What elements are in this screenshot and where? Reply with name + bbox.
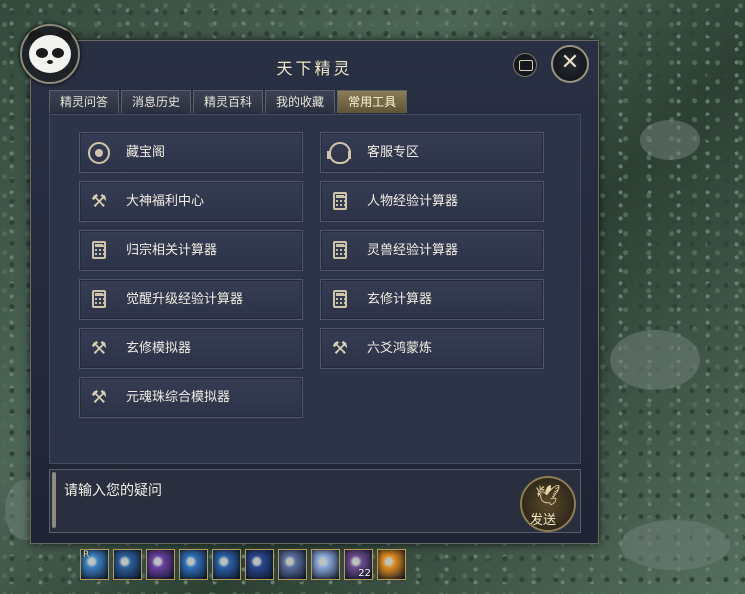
tools-icon: [329, 338, 351, 360]
skill-fire-icon[interactable]: [377, 549, 406, 580]
close-button[interactable]: ✕: [551, 45, 589, 83]
title-bar: 天下精灵 ✕: [31, 41, 598, 87]
skill-chain-icon[interactable]: [113, 549, 142, 580]
tab-my-favorites[interactable]: 我的收藏: [265, 90, 336, 113]
calculator-icon: [333, 290, 347, 308]
tool-label: 大神福利中心: [126, 194, 205, 209]
tool-label: 灵兽经验计算器: [367, 243, 459, 258]
ground-rock: [610, 330, 700, 390]
skill-portrait-icon[interactable]: 22: [344, 549, 373, 580]
tab-spirit-qa[interactable]: 精灵问答: [49, 90, 120, 113]
ground-rock: [620, 520, 730, 570]
tool-label: 元魂珠综合模拟器: [126, 390, 231, 405]
tool-button-xuanxiu-calculator[interactable]: 玄修计算器: [320, 279, 544, 320]
tool-label: 藏宝阁: [126, 145, 166, 160]
tool-button-welfare-center[interactable]: 大神福利中心: [79, 181, 303, 222]
tool-label: 六爻鸿蒙炼: [367, 341, 433, 356]
skill-figure-icon[interactable]: [212, 549, 241, 580]
tool-button-liuyao-hongmeng[interactable]: 六爻鸿蒙炼: [320, 328, 544, 369]
tools-icon: [88, 191, 110, 213]
skill-sword-icon[interactable]: R: [80, 549, 109, 580]
tool-label: 觉醒升级经验计算器: [126, 292, 244, 307]
tab-spirit-encyclopedia[interactable]: 精灵百科: [193, 90, 264, 113]
skill-count: 22: [358, 568, 371, 579]
tool-button-customer-service[interactable]: 客服专区: [320, 132, 544, 173]
spirit-panel: 天下精灵 ✕ 精灵问答 消息历史 精灵百科 我的收藏 常用工具 藏宝阁 客服专区…: [30, 40, 599, 544]
bird-icon: 🕊: [535, 483, 561, 507]
ground-rock: [640, 120, 700, 160]
tool-button-xuanxiu-simulator[interactable]: 玄修模拟器: [79, 328, 303, 369]
skill-swirl-icon[interactable]: [146, 549, 175, 580]
tool-label: 玄修计算器: [367, 292, 433, 307]
tab-common-tools[interactable]: 常用工具: [337, 90, 408, 113]
send-button[interactable]: 🕊 发送: [520, 476, 576, 532]
calculator-icon: [92, 290, 106, 308]
panda-eye: [36, 48, 48, 58]
tools-icon: [88, 338, 110, 360]
calculator-icon: [333, 192, 347, 210]
tab-bar: 精灵问答 消息历史 精灵百科 我的收藏 常用工具: [49, 90, 408, 113]
tool-button-soul-bead-simulator[interactable]: 元魂珠综合模拟器: [79, 377, 303, 418]
tool-button-treasure-pavilion[interactable]: 藏宝阁: [79, 132, 303, 173]
calculator-icon: [92, 241, 106, 259]
send-label: 发送: [530, 513, 557, 528]
skill-aura-icon[interactable]: [278, 549, 307, 580]
customer-service-icon: [327, 142, 351, 164]
question-input[interactable]: 请输入您的疑问 🕊 发送: [49, 469, 581, 533]
panda-nose: [47, 60, 53, 64]
skill-bar: R 22: [80, 549, 406, 580]
tool-button-awakening-exp-calculator[interactable]: 觉醒升级经验计算器: [79, 279, 303, 320]
calculator-icon: [333, 241, 347, 259]
input-placeholder: 请输入您的疑问: [64, 483, 162, 499]
tool-label: 人物经验计算器: [367, 194, 459, 209]
tools-icon: [88, 387, 110, 409]
panda-eye: [52, 48, 64, 58]
tool-button-pet-exp-calculator[interactable]: 灵兽经验计算器: [320, 230, 544, 271]
tool-label: 玄修模拟器: [126, 341, 192, 356]
input-scrollbar[interactable]: [52, 472, 56, 528]
skill-dash-icon[interactable]: [179, 549, 208, 580]
skill-hotkey: R: [83, 550, 90, 560]
tool-label: 客服专区: [367, 145, 420, 160]
skill-scroll-icon[interactable]: [311, 549, 340, 580]
treasure-icon: [88, 142, 110, 164]
tool-button-guizong-calculator[interactable]: 归宗相关计算器: [79, 230, 303, 271]
tool-label: 归宗相关计算器: [126, 243, 218, 258]
tools-grid: 藏宝阁 客服专区 大神福利中心 人物经验计算器 归宗相关计算器 灵兽经验计算器 …: [49, 114, 581, 464]
skill-beam-icon[interactable]: [245, 549, 274, 580]
tool-button-character-exp-calculator[interactable]: 人物经验计算器: [320, 181, 544, 222]
tab-message-history[interactable]: 消息历史: [121, 90, 192, 113]
panda-avatar[interactable]: [20, 24, 80, 84]
chat-icon[interactable]: [513, 53, 537, 77]
